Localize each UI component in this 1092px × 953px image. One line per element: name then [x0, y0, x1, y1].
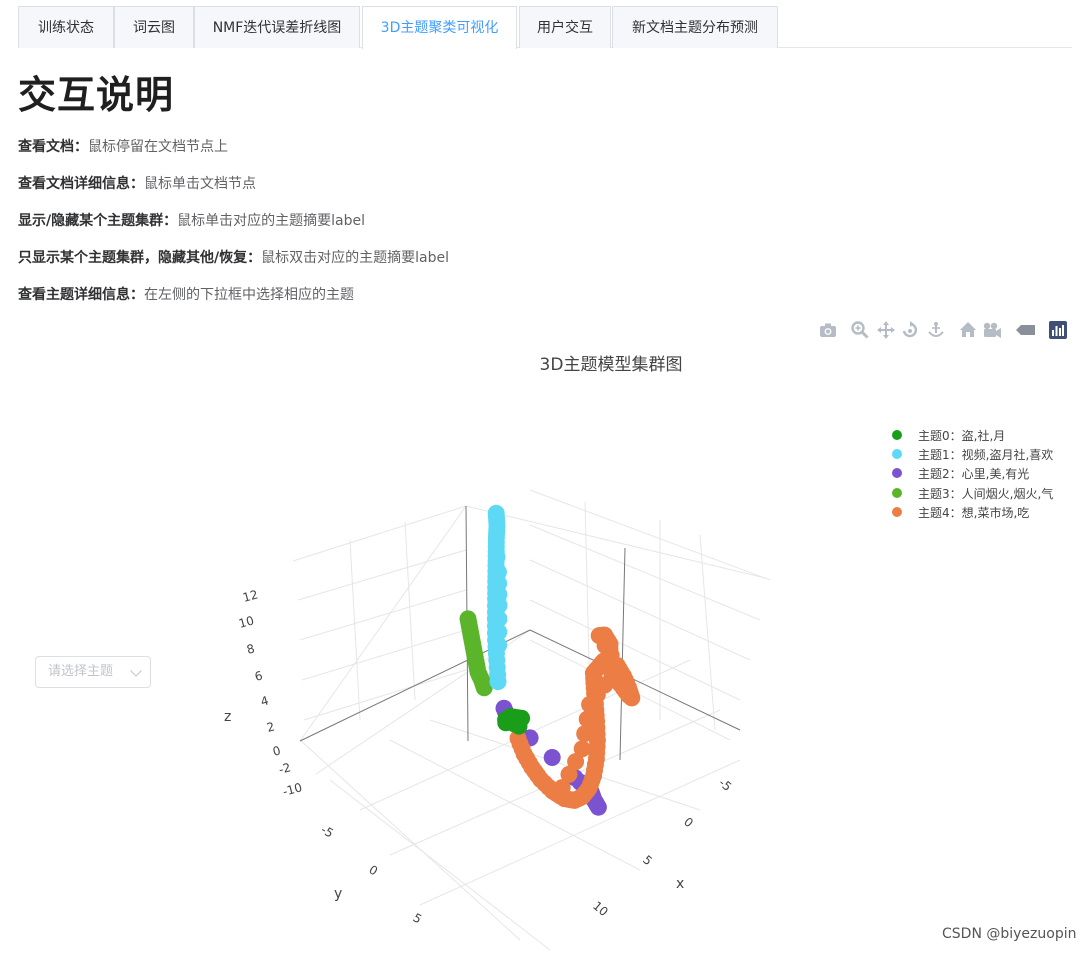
scene-grid	[292, 489, 771, 951]
z-tick-labels: 12 10 8 6 4 2 0 -2 -10	[237, 587, 304, 798]
data-point[interactable]	[510, 717, 528, 735]
legend-item-topic3[interactable]: 主题3：人间烟火,烟火,气	[892, 484, 1053, 502]
legend-label: 主题0：盗,社,月	[918, 428, 1006, 443]
legend-item-topic2[interactable]: 主题2：心里,美,有光	[892, 464, 1029, 482]
legend-label: 主题2：心里,美,有光	[918, 466, 1030, 481]
x-tick-label: 0	[681, 815, 696, 831]
z-tick-label: 6	[253, 668, 264, 684]
data-points	[459, 504, 641, 816]
data-point[interactable]	[543, 749, 561, 766]
legend-marker	[892, 449, 902, 459]
topic-select-placeholder: 请选择主题	[48, 664, 114, 679]
legend-label: 主题3：人间烟火,烟火,气	[918, 486, 1054, 501]
z-tick-label: 4	[259, 693, 270, 709]
y-tick-label: -5	[319, 822, 336, 840]
x-tick-label: 10	[590, 899, 611, 920]
legend-item-topic4[interactable]: 主题4：想,菜市场,吃	[892, 503, 1029, 521]
legend-marker	[892, 430, 902, 440]
data-point[interactable]	[489, 563, 507, 581]
x-axis-title: x	[676, 876, 684, 892]
data-point[interactable]	[589, 798, 607, 816]
z-tick-label: 10	[237, 613, 255, 630]
z-axis-title: z	[224, 709, 231, 725]
series-topic0[interactable]	[497, 708, 531, 735]
data-point[interactable]	[553, 779, 571, 797]
y-tick-label: 5	[411, 910, 425, 926]
data-point[interactable]	[576, 725, 594, 743]
data-point[interactable]	[581, 696, 599, 713]
z-tick-label: 0	[271, 743, 282, 759]
topic-select[interactable]: 请选择主题	[35, 656, 151, 688]
z-tick-label: 12	[241, 587, 259, 604]
x-tick-label: -5	[716, 776, 734, 794]
legend-marker	[892, 468, 902, 478]
chevron-down-icon	[130, 665, 142, 677]
series-topic1[interactable]	[486, 504, 508, 691]
legend-item-topic0[interactable]: 主题0：盗,社,月	[892, 426, 1005, 444]
legend-label: 主题4：想,菜市场,吃	[918, 505, 1030, 520]
z-tick-label: -10	[281, 780, 304, 799]
watermark: CSDN @biyezuopin	[942, 926, 1077, 942]
data-point[interactable]	[578, 710, 596, 728]
legend-item-topic1[interactable]: 主题1：视频,盗月社,喜欢	[892, 445, 1053, 463]
y-tick-label: 0	[367, 862, 381, 878]
z-tick-label: 2	[265, 719, 276, 735]
y-axis-title: y	[334, 886, 342, 902]
data-point[interactable]	[487, 504, 505, 522]
legend-marker	[892, 488, 902, 498]
x-tick-label: 5	[640, 853, 655, 869]
legend-marker	[892, 507, 902, 517]
z-tick-label: -2	[277, 760, 292, 777]
z-tick-label: 8	[245, 641, 256, 657]
data-point[interactable]	[488, 548, 506, 566]
legend-label: 主题1：视频,盗月社,喜欢	[918, 447, 1054, 462]
